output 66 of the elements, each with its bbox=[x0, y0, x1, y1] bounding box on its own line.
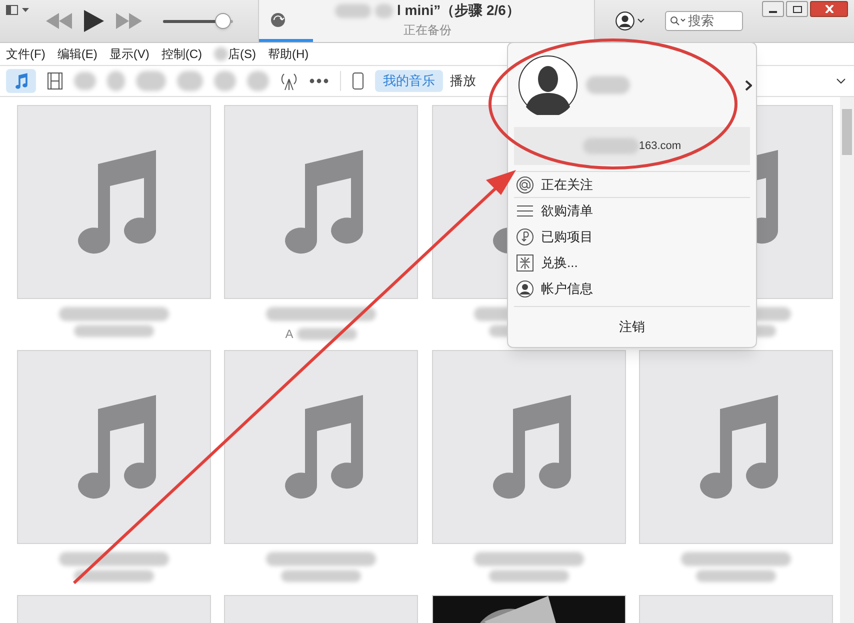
redaction-blur bbox=[214, 47, 228, 61]
sync-status: 正在备份 bbox=[404, 22, 452, 39]
album-tile[interactable] bbox=[639, 350, 834, 544]
close-button[interactable] bbox=[810, 1, 848, 17]
redaction-blur bbox=[177, 71, 203, 91]
redaction-blur bbox=[586, 76, 630, 94]
album-tile[interactable] bbox=[16, 350, 211, 544]
album-artist: A bbox=[285, 326, 294, 343]
antenna-icon[interactable] bbox=[280, 71, 298, 91]
menu-item[interactable]: 控制(C) bbox=[161, 45, 202, 63]
account-menu-item[interactable]: 兑换... bbox=[541, 253, 578, 273]
redaction-blur bbox=[335, 4, 372, 18]
menu-item[interactable]: 帮助(H) bbox=[268, 45, 309, 63]
search-input[interactable]: 搜索 bbox=[688, 11, 738, 31]
phone-icon[interactable] bbox=[352, 72, 364, 90]
redaction-blur bbox=[107, 71, 125, 91]
chevron-right-icon[interactable] bbox=[745, 80, 752, 90]
redaction-blur bbox=[214, 71, 236, 91]
minimize-button[interactable] bbox=[762, 1, 784, 17]
film-icon[interactable] bbox=[47, 72, 63, 90]
list-icon bbox=[516, 204, 534, 218]
sign-out-button[interactable]: 注销 bbox=[619, 317, 645, 337]
account-menu-item[interactable]: 正在关注 bbox=[541, 174, 593, 194]
redaction-blur bbox=[136, 71, 166, 91]
maximize-button[interactable] bbox=[786, 1, 808, 17]
close-icon bbox=[824, 5, 834, 13]
redaction-blur bbox=[375, 4, 394, 18]
play-icon[interactable] bbox=[84, 10, 104, 32]
album-tile[interactable] bbox=[224, 105, 418, 299]
sync-icon bbox=[271, 12, 285, 26]
album-tile[interactable] bbox=[16, 105, 211, 299]
menu-item[interactable]: 编辑(E) bbox=[57, 45, 98, 63]
account-icon bbox=[516, 280, 534, 298]
device-sync-title: l mini”（步骤 2/6） bbox=[397, 1, 520, 20]
album-tile[interactable] bbox=[432, 350, 626, 544]
redaction-blur bbox=[74, 72, 96, 90]
volume-thumb[interactable] bbox=[214, 13, 230, 29]
account-icon bbox=[615, 11, 635, 31]
menu-item[interactable]: 店(S) bbox=[228, 45, 256, 63]
music-note-icon bbox=[14, 72, 28, 90]
sidebar-menu-icon[interactable] bbox=[6, 5, 30, 15]
previous-track-icon[interactable] bbox=[46, 13, 72, 29]
scrollbar[interactable] bbox=[840, 97, 854, 623]
account-button[interactable] bbox=[615, 11, 645, 31]
album-tile[interactable] bbox=[224, 350, 418, 544]
account-menu-item[interactable]: 欲购清单 bbox=[541, 201, 593, 221]
next-track-icon[interactable] bbox=[116, 13, 142, 29]
download-circle-icon bbox=[516, 228, 534, 246]
gift-box-icon bbox=[516, 254, 534, 272]
avatar-icon bbox=[518, 55, 578, 115]
account-menu-item[interactable]: 帐户信息 bbox=[541, 279, 593, 299]
chevron-down-icon[interactable] bbox=[836, 78, 846, 84]
view-tab[interactable]: 播放 bbox=[450, 70, 476, 92]
account-email: 163.com bbox=[638, 138, 682, 154]
redaction-blur bbox=[297, 328, 358, 340]
music-tab[interactable] bbox=[6, 69, 36, 93]
redaction-blur bbox=[247, 71, 269, 91]
at-icon bbox=[516, 176, 534, 194]
menu-item[interactable]: 文件(F) bbox=[6, 45, 46, 63]
account-menu-item[interactable]: 已购项目 bbox=[541, 227, 593, 247]
search-icon bbox=[670, 16, 686, 26]
menu-item[interactable]: 显示(V) bbox=[109, 45, 150, 63]
search-field[interactable]: 搜索 bbox=[665, 11, 743, 31]
caret-icon bbox=[637, 18, 645, 24]
more-icon[interactable] bbox=[309, 78, 329, 84]
redaction-blur bbox=[582, 138, 639, 154]
